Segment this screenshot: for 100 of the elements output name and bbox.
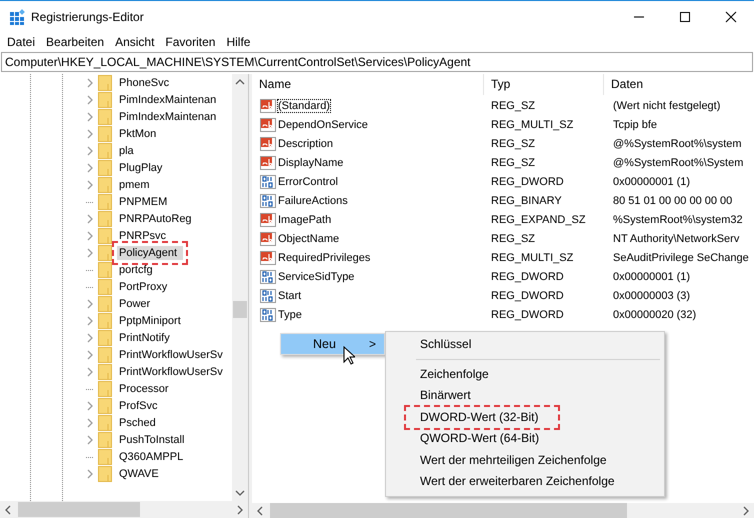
value-name[interactable]: ServiceSidType xyxy=(278,270,354,282)
tree-item[interactable]: ProfSvc xyxy=(117,398,160,412)
scrollbar-thumb[interactable] xyxy=(233,301,247,318)
folder-icon xyxy=(98,414,112,430)
string-value-icon xyxy=(260,250,276,266)
mouse-pointer-icon xyxy=(343,346,355,365)
submenu-item[interactable]: QWORD-Wert (64-Bit) xyxy=(386,428,540,450)
tree-item[interactable]: PNPMEM xyxy=(117,194,170,208)
tree-item[interactable]: portcfg xyxy=(117,262,155,276)
tree-item[interactable]: PptpMiniport xyxy=(117,314,183,328)
address-field[interactable]: Computer\HKEY_LOCAL_MACHINE\SYSTEM\CurrentControlSet\Services\PolicyAgent xyxy=(1,52,753,72)
tree-item[interactable]: PrintWorkflowUserSv xyxy=(117,348,225,362)
scroll-right-icon[interactable] xyxy=(742,506,750,516)
tree-item[interactable]: PrintNotify xyxy=(117,330,172,344)
folder-icon xyxy=(98,210,112,226)
value-name[interactable]: ObjectName xyxy=(278,232,340,244)
submenu-item[interactable]: DWORD-Wert (32-Bit) xyxy=(406,406,558,428)
tree-item[interactable]: PlugPlay xyxy=(117,160,164,174)
submenu-item[interactable]: Wert der erweiterbaren Zeichenfolge xyxy=(386,471,615,492)
tree-item[interactable]: PNRPAutoReg xyxy=(117,212,194,226)
value-name[interactable]: ImagePath xyxy=(278,214,332,226)
vertical-scrollbar[interactable] xyxy=(232,74,248,501)
folder-icon xyxy=(98,398,112,414)
value-name[interactable]: (Standard) xyxy=(278,100,330,112)
tree-item[interactable]: Psched xyxy=(117,416,158,430)
string-value-icon xyxy=(260,116,276,132)
value-data: (Wert nicht festgelegt) xyxy=(612,100,722,112)
value-name[interactable]: FailureActions xyxy=(278,194,348,206)
close-icon[interactable] xyxy=(725,10,737,22)
submenu-item[interactable]: Binärwert xyxy=(386,385,471,406)
folder-icon xyxy=(98,330,112,346)
folder-icon xyxy=(98,312,112,328)
scrollbar-thumb[interactable] xyxy=(18,502,140,517)
folder-icon xyxy=(98,262,112,278)
menu-item[interactable]: Datei xyxy=(4,35,40,49)
value-data: 0x00000003 (3) xyxy=(612,290,692,302)
value-name[interactable]: DependOnService xyxy=(278,118,368,130)
value-name[interactable]: Start xyxy=(278,290,302,302)
value-type: REG_SZ xyxy=(490,138,536,150)
horizontal-scrollbar[interactable] xyxy=(252,503,754,518)
value-data: 0x00000001 (1) xyxy=(612,270,692,282)
folder-icon xyxy=(98,176,112,192)
tree-item[interactable]: Power xyxy=(117,296,152,310)
tree-item[interactable]: pla xyxy=(117,144,136,158)
registry-icon xyxy=(9,8,25,24)
tree-item[interactable]: Q360AMPPL xyxy=(117,450,186,464)
column-header[interactable]: Daten xyxy=(604,74,754,95)
binary-value-icon xyxy=(260,174,276,190)
scroll-left-icon[interactable] xyxy=(256,506,264,516)
tree-item[interactable]: PNRPsvc xyxy=(117,228,168,242)
tree-item[interactable]: PhoneSvc xyxy=(117,76,172,90)
value-name[interactable]: Description xyxy=(278,138,334,150)
folder-icon xyxy=(98,108,112,124)
binary-value-icon xyxy=(260,268,276,284)
value-data: 0x00000020 (32) xyxy=(612,308,698,320)
scrollbar-thumb[interactable] xyxy=(270,503,627,518)
scroll-up-icon[interactable] xyxy=(235,78,245,86)
menu-item[interactable]: Bearbeiten xyxy=(43,35,110,49)
tree-item[interactable]: PktMon xyxy=(117,126,158,140)
tree-item[interactable]: PimIndexMaintenan xyxy=(117,110,218,124)
value-name[interactable]: RequiredPrivileges xyxy=(278,252,370,264)
value-type: REG_DWORD xyxy=(490,176,565,188)
tree-item[interactable]: PushToInstall xyxy=(117,432,186,446)
string-value-icon xyxy=(260,154,276,170)
value-name[interactable]: Type xyxy=(278,308,302,320)
maximize-icon[interactable] xyxy=(679,10,691,22)
tree-item[interactable]: PolicyAgent xyxy=(117,246,184,260)
string-value-icon xyxy=(260,212,276,228)
folder-icon xyxy=(98,296,112,312)
scroll-right-icon[interactable] xyxy=(236,504,244,514)
value-data: Tcpip bfe xyxy=(612,118,658,130)
value-type: REG_MULTI_SZ xyxy=(490,252,574,264)
value-name[interactable]: ErrorControl xyxy=(278,176,338,188)
tree-item[interactable]: PimIndexMaintenan xyxy=(117,92,218,106)
tree-item[interactable]: PrintWorkflowUserSv xyxy=(117,364,225,378)
horizontal-scrollbar[interactable] xyxy=(0,501,248,518)
value-data: SeAuditPrivilege SeChange xyxy=(612,252,750,264)
string-value-icon xyxy=(260,98,276,114)
submenu-item[interactable]: Schlüssel xyxy=(386,334,472,356)
menu-item[interactable]: Hilfe xyxy=(223,35,256,49)
column-header[interactable]: Name xyxy=(252,74,484,95)
submenu-item[interactable]: Zeichenfolge xyxy=(386,364,489,385)
menu-item[interactable]: Ansicht xyxy=(112,35,160,49)
tree-item[interactable]: Processor xyxy=(117,382,171,396)
submenu-item[interactable]: Wert der mehrteiligen Zeichenfolge xyxy=(386,450,607,471)
context-menu-item[interactable]: Neu > xyxy=(280,333,385,355)
column-header[interactable]: Typ xyxy=(484,74,604,95)
value-name[interactable]: DisplayName xyxy=(278,156,344,168)
menu-item[interactable]: Favoriten xyxy=(162,35,220,49)
folder-icon xyxy=(98,364,112,380)
tree-item[interactable]: QWAVE xyxy=(117,466,161,480)
scroll-left-icon[interactable] xyxy=(4,504,12,514)
tree-item[interactable]: pmem xyxy=(117,178,152,192)
scroll-down-icon[interactable] xyxy=(235,489,245,497)
folder-icon xyxy=(98,380,112,396)
folder-icon xyxy=(98,432,112,448)
value-type: REG_SZ xyxy=(490,156,536,168)
folder-icon xyxy=(98,92,112,108)
tree-item[interactable]: PortProxy xyxy=(117,280,170,294)
value-type: REG_DWORD xyxy=(490,290,565,302)
